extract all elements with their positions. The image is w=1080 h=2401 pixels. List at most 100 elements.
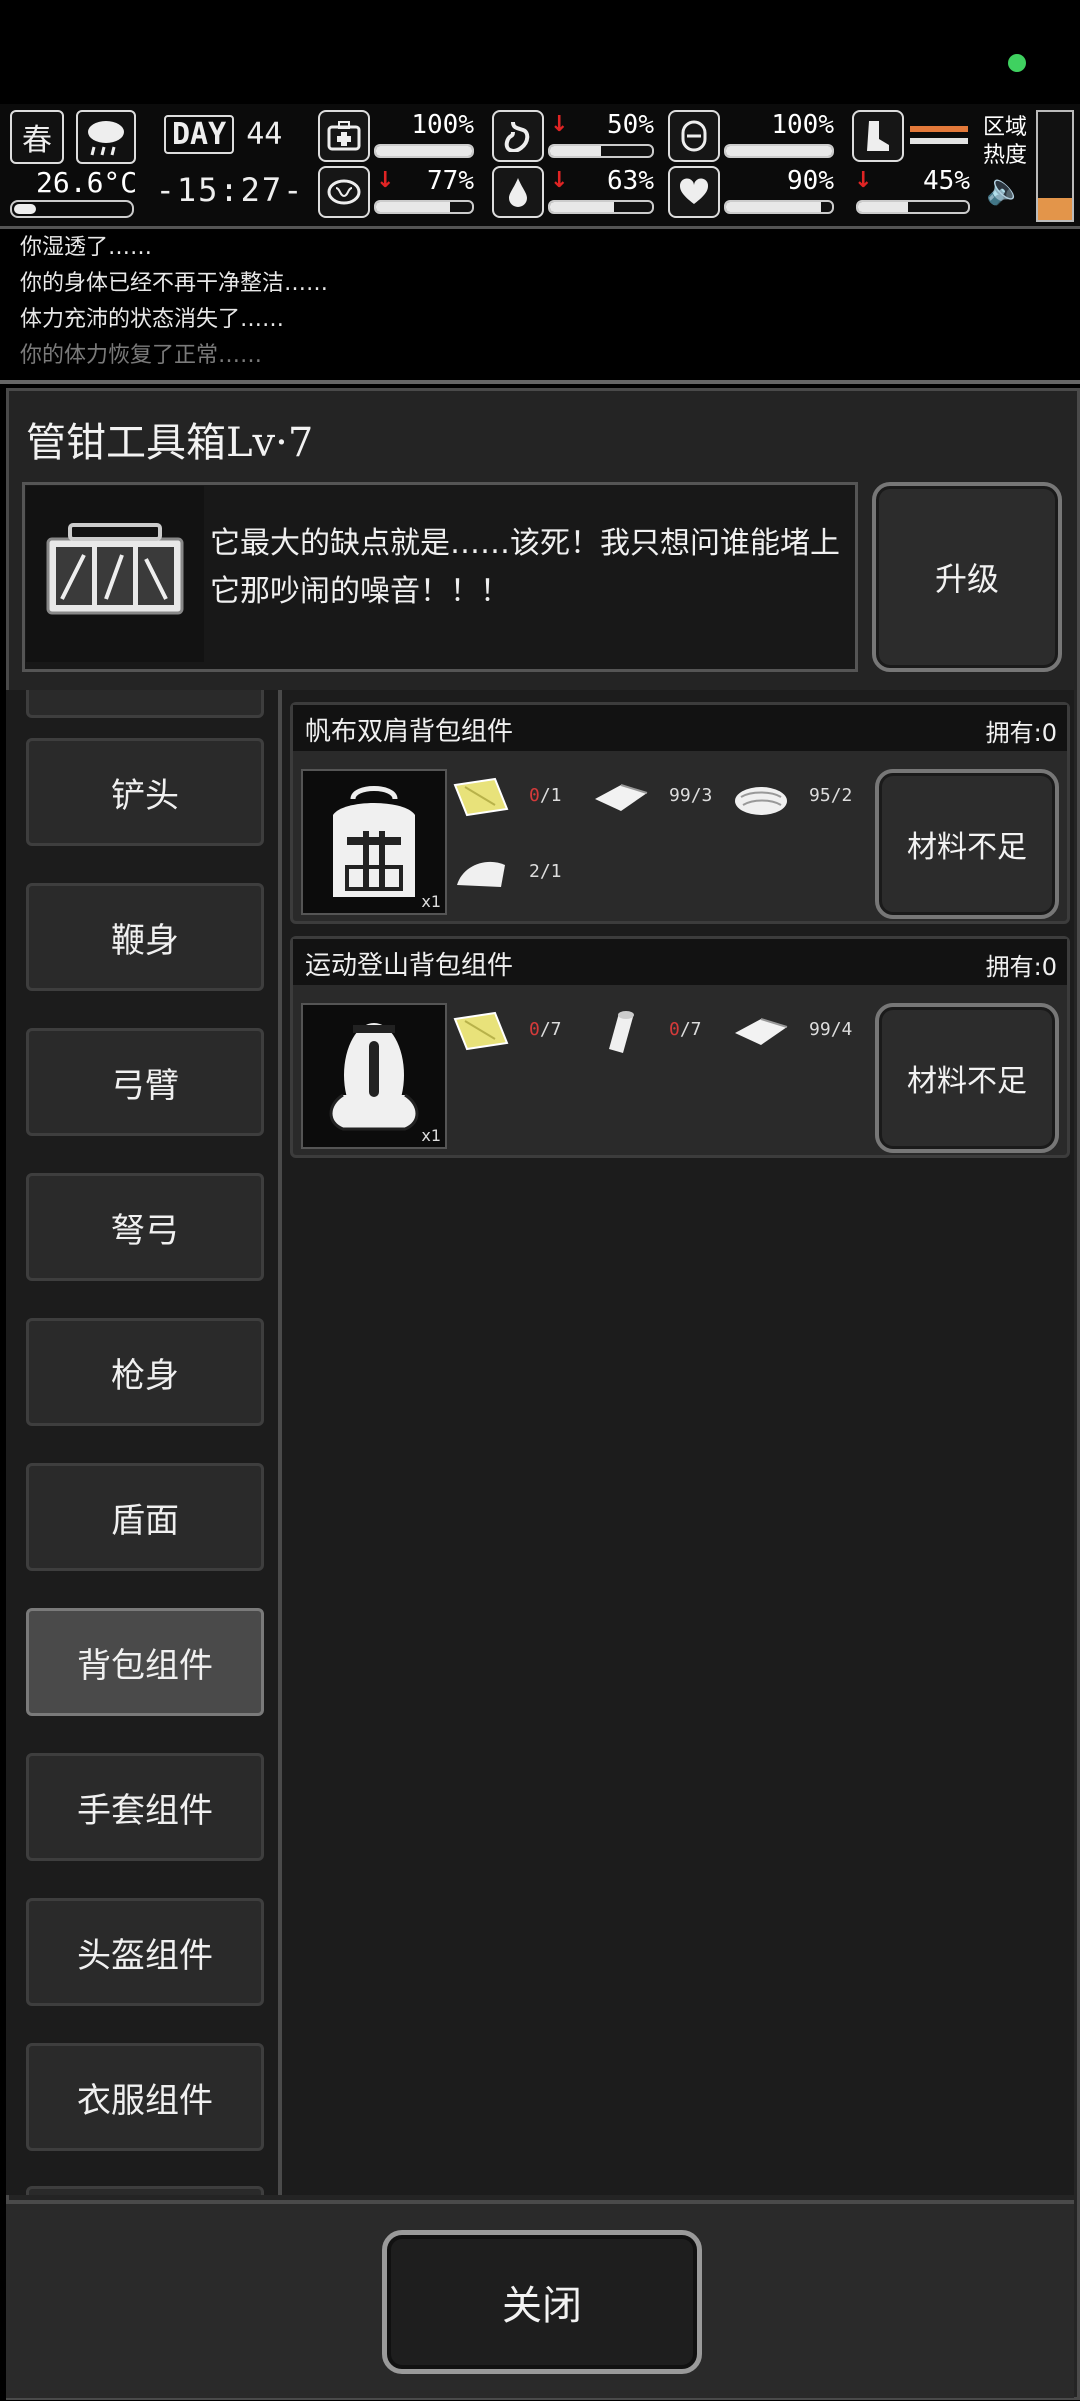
stat-mood: 90% (668, 166, 838, 218)
stat-value: 100% (411, 110, 474, 140)
stamina-stripe (910, 138, 968, 144)
category-item-glove-parts[interactable]: 手套组件 (26, 1753, 264, 1861)
fabric-roll-icon (591, 1009, 651, 1053)
region-heat-meter (1036, 110, 1074, 222)
region-heat-text: 区域热度 (982, 115, 1027, 168)
rain-cloud-icon (76, 110, 136, 164)
craft-button-insufficient[interactable]: 材料不足 (875, 1003, 1059, 1153)
medkit-icon (318, 110, 370, 162)
log-line: 你的体力恢复了正常…… (20, 343, 263, 368)
yellow-cloth-icon (451, 775, 511, 819)
category-item-partial[interactable] (26, 690, 264, 718)
stat-bar (374, 144, 474, 158)
category-label: 背包组件 (77, 1645, 213, 1686)
material-need: /7 (679, 1019, 702, 1040)
stomach-icon (492, 110, 544, 162)
category-label: 枪身 (111, 1355, 179, 1396)
material-have: 99 (809, 1019, 831, 1040)
stat-brain: ↓ 77% (318, 166, 478, 218)
log-line: 体力充沛的状态消失了…… (20, 307, 285, 332)
stat-bar (724, 144, 834, 158)
speaker-icon[interactable]: 🔈 (982, 175, 1028, 205)
category-item-clothes-parts[interactable]: 衣服组件 (26, 2043, 264, 2151)
region-heat-label: 区域热度 🔈 (982, 114, 1028, 224)
material-need: /3 (690, 785, 713, 806)
material-slot[interactable]: 0/7 (451, 1003, 571, 1059)
category-list[interactable]: 铲头 鞭身 弓臂 弩弓 枪身 盾面 背包组件 手套组件 头盔组件 衣服组件 (6, 690, 282, 2195)
stat-value: 100% (771, 110, 834, 140)
category-label: 盾面 (111, 1500, 179, 1541)
material-slot[interactable]: 0/1 (451, 769, 571, 825)
folded-cloth-icon (591, 775, 651, 819)
craft-button-insufficient[interactable]: 材料不足 (875, 769, 1059, 919)
material-need: /7 (539, 1019, 562, 1040)
day-counter: DAY 44 (160, 110, 304, 158)
stat-bar (856, 200, 970, 214)
upgrade-button[interactable]: 升级 (872, 482, 1062, 672)
stat-bar (548, 200, 654, 214)
tool-description: 它最大的缺点就是……该死！我只想问谁能堵上它那吵闹的噪音！！！ (210, 526, 840, 609)
category-label: 弓臂 (111, 1065, 179, 1106)
season-label: 春 (22, 123, 52, 158)
cloth-pile-icon (731, 775, 791, 819)
stat-value: 90% (787, 166, 834, 196)
category-item-crossbow[interactable]: 弩弓 (26, 1173, 264, 1281)
category-label: 衣服组件 (77, 2080, 213, 2121)
category-item-gun-body[interactable]: 枪身 (26, 1318, 264, 1426)
recipe-card: 帆布双肩背包组件 拥有:0 x1 0/1 99/3 95/2 2/1 材料不足 (290, 702, 1070, 924)
privacy-indicator-dot (1008, 54, 1026, 72)
decrease-arrow-icon: ↓ (550, 168, 569, 193)
stamina-indicator (852, 110, 974, 162)
close-button[interactable]: 关闭 (382, 2230, 702, 2374)
stat-bar (724, 200, 834, 214)
material-slot[interactable]: 95/2 (731, 769, 852, 825)
material-have: 99 (669, 785, 691, 806)
category-item-backpack-parts[interactable]: 背包组件 (26, 1608, 264, 1716)
recipe-list[interactable]: 帆布双肩背包组件 拥有:0 x1 0/1 99/3 95/2 2/1 材料不足 … (282, 690, 1074, 2195)
yellow-cloth-icon (451, 1009, 511, 1053)
material-need: /4 (830, 1019, 853, 1040)
message-log[interactable]: 你湿透了…… 你的身体已经不再干净整洁…… 体力充沛的状态消失了…… 你的体力恢… (0, 230, 1080, 384)
category-item-partial[interactable] (26, 2186, 264, 2195)
stat-value: 77% (427, 166, 474, 196)
hiking-backpack-icon: x1 (301, 1003, 447, 1149)
toolbox-icon (26, 486, 204, 662)
log-line: 你湿透了…… (20, 235, 153, 260)
category-item-helmet-parts[interactable]: 头盔组件 (26, 1898, 264, 2006)
temperature-bar (10, 200, 134, 218)
recipe-header: 帆布双肩背包组件 拥有:0 (293, 705, 1067, 751)
folded-cloth-icon (731, 1009, 791, 1053)
backpack-icon: x1 (301, 769, 447, 915)
category-label: 头盔组件 (77, 1935, 213, 1976)
day-label: DAY (164, 114, 235, 154)
material-have: 0 (529, 1019, 540, 1040)
stat-value: 63% (607, 166, 654, 196)
material-slot[interactable]: 0/7 (591, 1003, 711, 1059)
material-slot[interactable]: 99/3 (591, 769, 713, 825)
category-item-shield-face[interactable]: 盾面 (26, 1463, 264, 1571)
heart-icon (668, 166, 720, 218)
material-slot[interactable]: 2/1 (451, 845, 571, 901)
stat-health: 100% (318, 110, 478, 162)
recipe-card: 运动登山背包组件 拥有:0 x1 0/7 0/7 99/4 材料不足 (290, 936, 1070, 1158)
stat-value: 45% (923, 166, 970, 196)
yield-count: x1 (421, 1126, 441, 1145)
category-label: 手套组件 (77, 1790, 213, 1831)
system-status-bar (0, 0, 1080, 100)
stat-hunger: ↓ 50% (492, 110, 658, 162)
stamina-stripe (910, 126, 968, 132)
stat-bar (374, 200, 474, 214)
day-number: 44 (246, 116, 283, 152)
boot-icon (852, 110, 904, 162)
material-slot[interactable]: 99/4 (731, 1003, 853, 1059)
material-have: 2 (529, 861, 540, 882)
season-badge: 春 (10, 110, 64, 164)
category-item-shovel-head[interactable]: 铲头 (26, 738, 264, 846)
material-have: 0 (529, 785, 540, 806)
category-item-bow-arm[interactable]: 弓臂 (26, 1028, 264, 1136)
panel-title: 管钳工具箱Lv·7 (26, 420, 314, 466)
heat-fill (1038, 198, 1072, 220)
material-need: /1 (539, 861, 562, 882)
decrease-arrow-icon: ↓ (550, 112, 569, 137)
category-item-whip-body[interactable]: 鞭身 (26, 883, 264, 991)
